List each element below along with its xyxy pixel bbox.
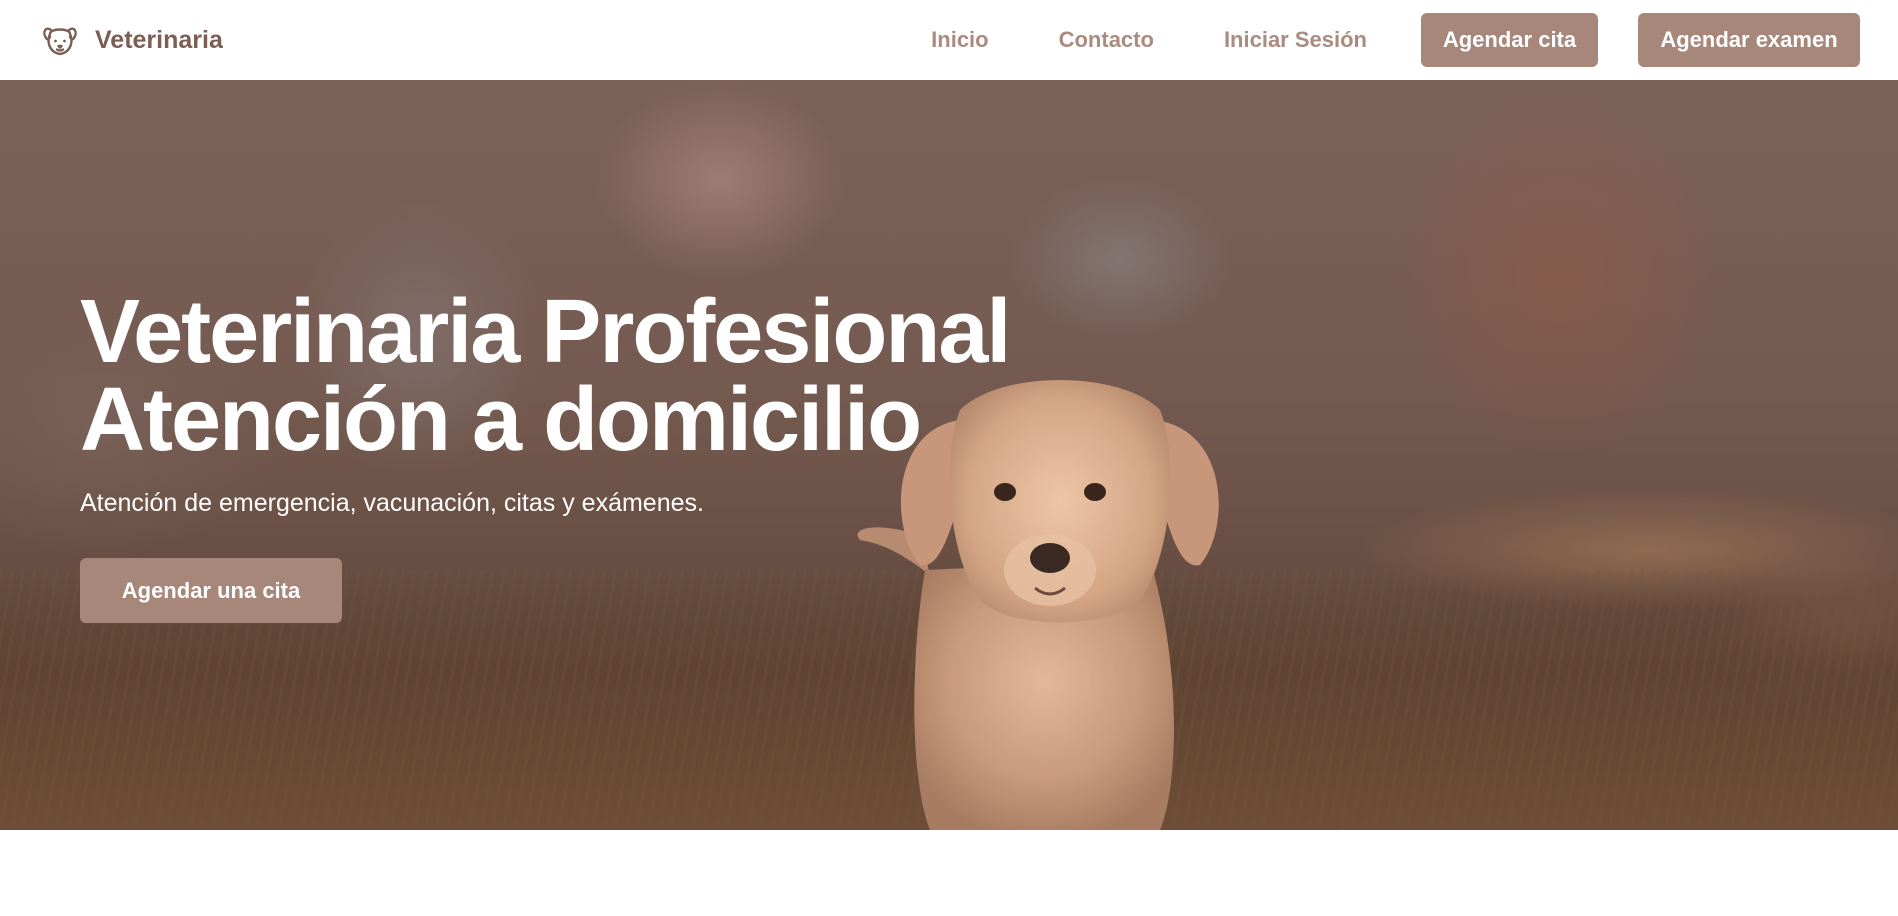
hero-title: Veterinaria Profesional Atención a domic… <box>80 282 1080 470</box>
top-navbar: Veterinaria Inicio Contacto Iniciar Sesi… <box>0 0 1898 80</box>
hero-title-line-1: Veterinaria Profesional <box>80 282 1011 382</box>
agendar-una-cita-button[interactable]: Agendar una cita <box>80 558 342 623</box>
dog-face-icon <box>40 20 80 60</box>
brand-logo-link[interactable]: Veterinaria <box>40 20 223 60</box>
hero-subtitle: Atención de emergencia, vacunación, cita… <box>80 489 704 517</box>
hero-content: Veterinaria Profesional Atención a domic… <box>80 282 1080 623</box>
hero-section: Veterinaria Profesional Atención a domic… <box>0 80 1898 830</box>
nav-link-contacto[interactable]: Contacto <box>1059 27 1154 53</box>
agendar-examen-button[interactable]: Agendar examen <box>1638 13 1860 67</box>
nav-link-iniciar-sesion[interactable]: Iniciar Sesión <box>1224 27 1367 53</box>
brand-name: Veterinaria <box>95 25 223 54</box>
hero-title-line-2: Atención a domicilio <box>80 370 922 470</box>
nav-link-inicio[interactable]: Inicio <box>931 27 988 53</box>
main-nav: Inicio Contacto Iniciar Sesión Agendar c… <box>931 13 1860 67</box>
agendar-cita-button[interactable]: Agendar cita <box>1421 13 1598 67</box>
